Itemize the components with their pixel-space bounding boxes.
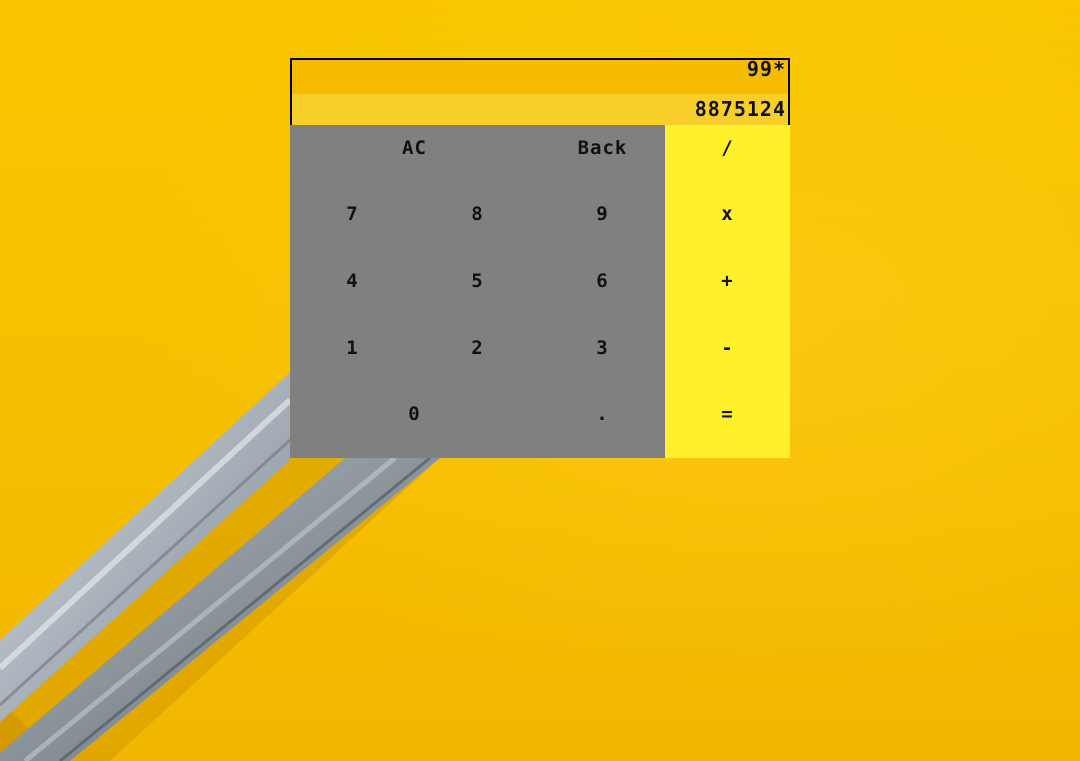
- digit-1-button[interactable]: 1: [290, 325, 415, 371]
- operator-column: / x + - =: [665, 125, 790, 458]
- number-keypad: AC Back 7 8 9 4 5 6 1 2 3 0 .: [290, 125, 665, 458]
- decimal-point-button[interactable]: .: [540, 391, 665, 437]
- add-button[interactable]: +: [665, 258, 790, 304]
- equals-button[interactable]: =: [665, 391, 790, 437]
- backspace-button[interactable]: Back: [540, 125, 665, 171]
- digit-3-button[interactable]: 3: [540, 325, 665, 371]
- calculator-display: 99* 8875124: [290, 58, 790, 125]
- digit-9-button[interactable]: 9: [540, 191, 665, 237]
- digit-4-button[interactable]: 4: [290, 258, 415, 304]
- digit-2-button[interactable]: 2: [415, 325, 540, 371]
- digit-8-button[interactable]: 8: [415, 191, 540, 237]
- digit-0-button[interactable]: 0: [352, 391, 477, 437]
- result-display: 8875124: [292, 94, 788, 125]
- digit-5-button[interactable]: 5: [415, 258, 540, 304]
- multiply-button[interactable]: x: [665, 191, 790, 237]
- digit-7-button[interactable]: 7: [290, 191, 415, 237]
- clear-all-button[interactable]: AC: [352, 125, 477, 171]
- digit-6-button[interactable]: 6: [540, 258, 665, 304]
- subtract-button[interactable]: -: [665, 325, 790, 371]
- expression-display: 99*: [292, 60, 788, 94]
- calculator: 99* 8875124 AC Back 7 8 9 4 5 6 1 2 3 0 …: [290, 58, 790, 458]
- divide-button[interactable]: /: [665, 125, 790, 171]
